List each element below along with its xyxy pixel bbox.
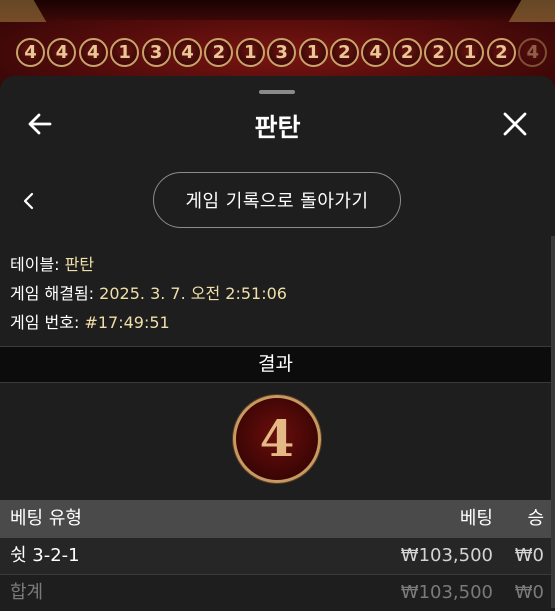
chevron-left-icon[interactable] [21, 190, 37, 212]
history-ball: 1 [235, 38, 265, 67]
resolved-label: 게임 해결됨: [10, 284, 100, 303]
game-info: 테이블: 판탄 게임 해결됨: 2025. 3. 7. 오전 2:51:06 게… [10, 250, 287, 337]
game-number-info-row: 게임 번호: #17:49:51 [10, 308, 287, 337]
result-ball: 4 [233, 395, 321, 483]
history-ball: 3 [141, 38, 171, 67]
history-ball: 4 [78, 38, 108, 67]
history-ball: 1 [298, 38, 328, 67]
total-label: 합계 [10, 582, 44, 603]
table-value: 판탄 [64, 255, 95, 274]
total-bet-cell: ₩103,500 [400, 582, 493, 603]
history-ball: 2 [392, 38, 422, 67]
scrollbar[interactable] [551, 236, 555, 608]
table-edge-decoration [0, 0, 555, 20]
history-ball: 1 [110, 38, 140, 67]
history-balls: 44413421312422124 [16, 38, 550, 67]
history-ball: 4 [16, 38, 45, 67]
table-label: 테이블: [10, 255, 65, 274]
table-info-row: 테이블: 판탄 [10, 250, 287, 279]
resolved-info-row: 게임 해결됨: 2025. 3. 7. 오전 2:51:06 [10, 279, 287, 308]
total-row: 합계 ₩103,500 ₩0 [0, 575, 551, 611]
history-ball: 4 [47, 38, 77, 67]
total-win-cell: ₩0 [514, 582, 544, 603]
bet-type-cell: 쉿 3-2-1 [10, 545, 80, 566]
history-ball: 4 [361, 38, 391, 67]
history-ball: 4 [518, 38, 548, 67]
game-detail-sheet: 판탄 게임 기록으로 돌아가기 테이블: 판탄 게임 해결됨: 2025. 3.… [0, 76, 555, 611]
column-win: 승 [527, 508, 544, 529]
result-heading: 결과 [0, 346, 551, 383]
history-ball: 2 [204, 38, 234, 67]
bet-amount-cell: ₩103,500 [400, 545, 493, 566]
history-ball: 2 [486, 38, 516, 67]
history-ball: 1 [455, 38, 485, 67]
drag-handle[interactable] [259, 90, 295, 94]
bets-table-header: 베팅 유형 베팅 승 [0, 500, 551, 538]
table-row: 쉿 3-2-1 ₩103,500 ₩0 [0, 538, 551, 575]
game-number-label: 게임 번호: [10, 313, 85, 332]
column-bet: 베팅 [459, 508, 493, 529]
history-ball: 2 [424, 38, 454, 67]
history-ball: 3 [267, 38, 297, 67]
win-amount-cell: ₩0 [514, 545, 544, 566]
history-ball: 2 [329, 38, 359, 67]
result-value: 4 [259, 409, 295, 468]
page-title: 판탄 [254, 113, 301, 142]
column-bet-type: 베팅 유형 [10, 508, 82, 529]
game-number-value: #17:49:51 [84, 313, 170, 332]
history-ball: 4 [172, 38, 202, 67]
close-icon[interactable] [502, 111, 528, 137]
back-to-history-button[interactable]: 게임 기록으로 돌아가기 [153, 172, 401, 228]
resolved-value: 2025. 3. 7. 오전 2:51:06 [99, 284, 287, 303]
